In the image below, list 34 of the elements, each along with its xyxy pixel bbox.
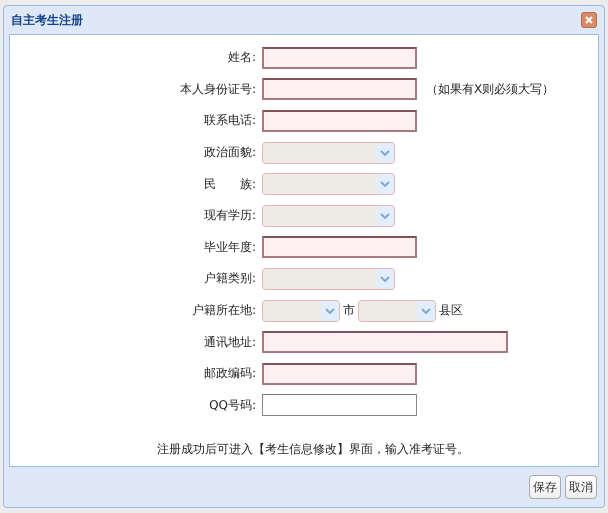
field-label: 毕业年度: [202, 238, 256, 256]
field-label: 通讯地址: [202, 334, 256, 351]
close-button[interactable] [581, 12, 597, 28]
field-label: 邮政编码: [202, 365, 256, 382]
field-label: 民 族: [202, 176, 256, 193]
unit-label: 市 [343, 302, 355, 320]
hint-text: （如果有X则必须大写） [426, 80, 554, 98]
field-label: 现有学历: [202, 207, 256, 224]
field-label: 政治面貌: [202, 144, 256, 162]
chevron-down-icon [380, 181, 390, 188]
chevron-down-icon [325, 308, 335, 314]
chevron-down-icon [380, 212, 390, 219]
field-label: 户籍所在地: [190, 302, 256, 320]
save-button[interactable]: 保存 [529, 475, 561, 499]
field-label: 联系电话: [202, 112, 256, 130]
input-field[interactable] [262, 362, 417, 385]
chevron-down-icon [380, 150, 390, 156]
field-label: QQ号码: [208, 396, 256, 414]
input-field[interactable] [262, 236, 417, 258]
input-field[interactable] [262, 78, 417, 100]
unit-label: 县区 [439, 302, 463, 320]
input-field[interactable] [262, 331, 508, 354]
chevron-down-icon [421, 308, 431, 314]
cancel-button[interactable]: 取消 [565, 475, 597, 499]
field-label: 本人身份证号: [178, 80, 256, 98]
field-label: 户籍类别: [202, 270, 256, 288]
chevron-down-icon [380, 276, 390, 282]
input-field[interactable] [262, 394, 417, 416]
notice-text: 注册成功后可进入【考生信息修改】界面，输入准考证号。 [157, 442, 469, 456]
input-field[interactable] [262, 46, 417, 69]
close-icon [584, 15, 594, 25]
input-field[interactable] [262, 110, 417, 132]
window-title: 自主考生注册 [11, 12, 83, 28]
field-label: 姓名: [226, 49, 256, 66]
